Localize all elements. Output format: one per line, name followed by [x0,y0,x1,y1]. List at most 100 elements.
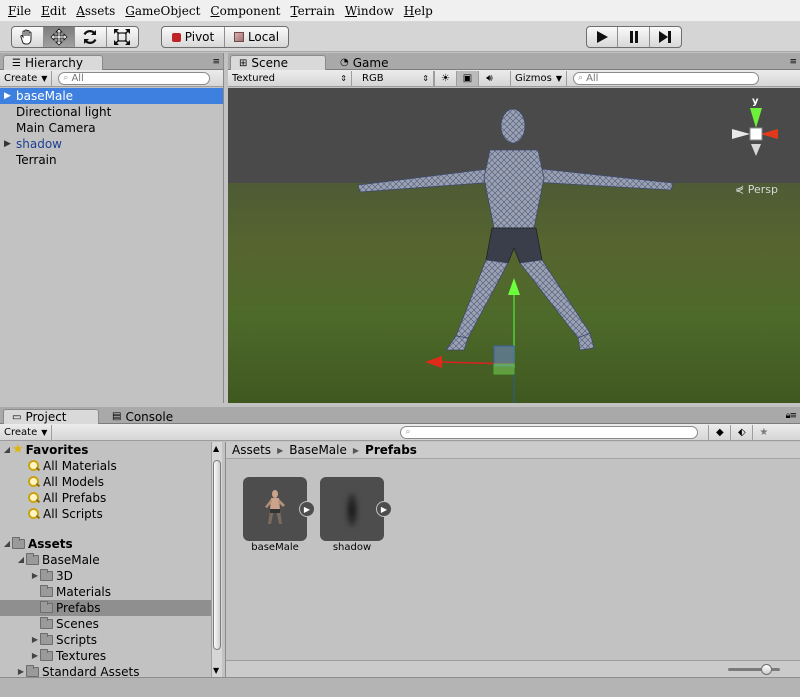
scene-search[interactable]: ⌕ [573,71,760,85]
tab-project[interactable]: ▭ Project [3,409,99,424]
scale-icon [114,29,131,45]
folder-item[interactable]: Materials [0,584,211,600]
folder-item[interactable]: ▶ Textures [0,648,211,664]
menu-help[interactable]: Help [399,1,438,21]
scene-search-input[interactable] [586,72,759,84]
favorite-item[interactable]: All Materials [0,458,211,474]
pivot-button[interactable]: Pivot [162,27,226,47]
folder-item[interactable]: ▶ 3D [0,568,211,584]
foldout-open-icon[interactable]: ◢ [16,552,26,568]
foldout-open-icon[interactable]: ◢ [2,536,12,552]
foldout-open-icon[interactable]: ◢ [2,442,12,458]
hierarchy-search[interactable]: ⌕ [58,71,211,85]
tab-console[interactable]: ▤ Console [104,409,184,424]
breadcrumb-item[interactable]: Assets [232,443,271,457]
panel-menu-icon[interactable]: ≡ [212,57,219,67]
menu-component[interactable]: Component [205,1,285,21]
move-tool-button[interactable] [43,27,75,47]
menu-window[interactable]: Window [340,1,399,21]
foldout-closed-icon[interactable]: ▶ [30,648,40,664]
project-tree-scrollbar[interactable]: ▲ ▼ [211,442,222,677]
foldout-closed-icon[interactable]: ▶ [30,568,40,584]
tab-game[interactable]: ◔ Game [332,55,412,70]
folder-item[interactable]: Prefabs [0,600,211,616]
menu-file[interactable]: File [3,1,36,21]
hierarchy-create-dropdown[interactable]: Create ▼ [0,70,53,86]
assets-header[interactable]: ◢ Assets [0,536,211,552]
scene-viewport[interactable]: y ⋞ Persp [228,88,800,403]
hand-tool-button[interactable] [12,27,44,47]
skybox-toggle[interactable]: ▣ [456,70,478,86]
asset-tile[interactable]: ▶ [243,477,315,541]
lighting-toggle[interactable]: ☀ [434,70,456,86]
pivot-icon [171,32,181,42]
breadcrumb-item[interactable]: BaseMale [289,443,347,457]
persp-indicator[interactable]: ⋞ Persp [735,183,778,196]
folder-item[interactable]: Scenes [0,616,211,632]
menu-assets[interactable]: Assets [71,1,120,21]
hierarchy-item[interactable]: ▶ shadow [0,136,223,152]
hierarchy-item[interactable]: ▶ baseMale [0,88,223,104]
rotate-tool-button[interactable] [75,27,107,47]
dropdown-arrow-icon: ▼ [41,73,48,83]
axis-y-label: y [752,96,759,107]
status-bar [0,677,800,697]
hierarchy-item[interactable]: Main Camera [0,120,223,136]
menu-edit[interactable]: Edit [36,1,71,21]
favorite-item[interactable]: All Scripts [0,506,211,522]
menu-terrain[interactable]: Terrain [286,1,340,21]
favorite-item[interactable]: All Models [0,474,211,490]
foldout-arrow-icon[interactable]: ▶ [4,88,11,104]
hierarchy-item-label: Main Camera [16,121,96,135]
folder-icon [40,569,53,581]
hand-icon [20,29,32,45]
hierarchy-item[interactable]: Directional light [0,104,223,120]
folder-item[interactable]: ◢ BaseMale [0,552,211,568]
favorite-item[interactable]: All Prefabs [0,490,211,506]
dropdown-arrow-icon: ⇕ [422,73,429,83]
foldout-closed-icon[interactable]: ▶ [30,632,40,648]
tab-console-label: Console [125,409,174,424]
foldout-arrow-icon[interactable]: ▶ [4,136,11,152]
hierarchy-search-input[interactable] [71,72,210,84]
tab-hierarchy[interactable]: ☰ Hierarchy [3,55,103,70]
filter-type-button[interactable]: ◆ [708,424,730,440]
color-mode-dropdown[interactable]: RGB ⇕ [358,70,434,86]
scrollbar-thumb[interactable] [213,460,221,650]
tab-scene[interactable]: ⊞ Scene [230,55,326,70]
folder-icon [40,601,53,613]
pause-button[interactable] [618,27,650,47]
local-label: Local [247,30,280,44]
scroll-down-icon[interactable]: ▼ [213,666,219,675]
expand-asset-icon[interactable]: ▶ [376,501,392,517]
menu-gameobject[interactable]: GameObject [120,1,205,21]
filter-label-button[interactable]: ⬖ [730,424,752,440]
local-cube-icon [233,32,244,42]
orientation-gizmo[interactable]: y [726,94,786,164]
saved-search-icon [28,492,40,504]
scroll-up-icon[interactable]: ▲ [213,444,219,453]
saved-search-icon [28,476,40,488]
folder-item[interactable]: ▶ Scripts [0,632,211,648]
favorites-header[interactable]: ◢ ★ Favorites [0,442,211,458]
asset-tile[interactable]: ▶ [320,477,392,541]
project-create-dropdown[interactable]: Create ▼ [0,424,53,440]
panel-menu-icon[interactable]: ≡ [789,57,796,67]
project-search-input[interactable] [413,426,698,438]
expand-asset-icon[interactable]: ▶ [299,501,315,517]
step-button[interactable] [650,27,681,47]
icon-size-slider-knob[interactable] [761,664,772,675]
save-search-button[interactable]: ★ [752,424,774,440]
project-search[interactable]: ⌕ [400,425,699,439]
play-button[interactable] [587,27,619,47]
icon-size-slider-track[interactable] [728,668,780,671]
local-button[interactable]: Local [225,27,288,47]
breadcrumb-item[interactable]: Prefabs [365,443,417,457]
gizmos-dropdown[interactable]: Gizmos ▼ [510,70,568,86]
folder-item-label: Scripts [56,633,98,647]
lock-menu-icon[interactable]: 🔒︎≡ [786,411,797,421]
render-mode-dropdown[interactable]: Textured ⇕ [228,70,352,86]
audio-toggle[interactable]: 🔊︎ [478,70,500,86]
scale-tool-button[interactable] [107,27,138,47]
hierarchy-item[interactable]: Terrain [0,152,223,168]
